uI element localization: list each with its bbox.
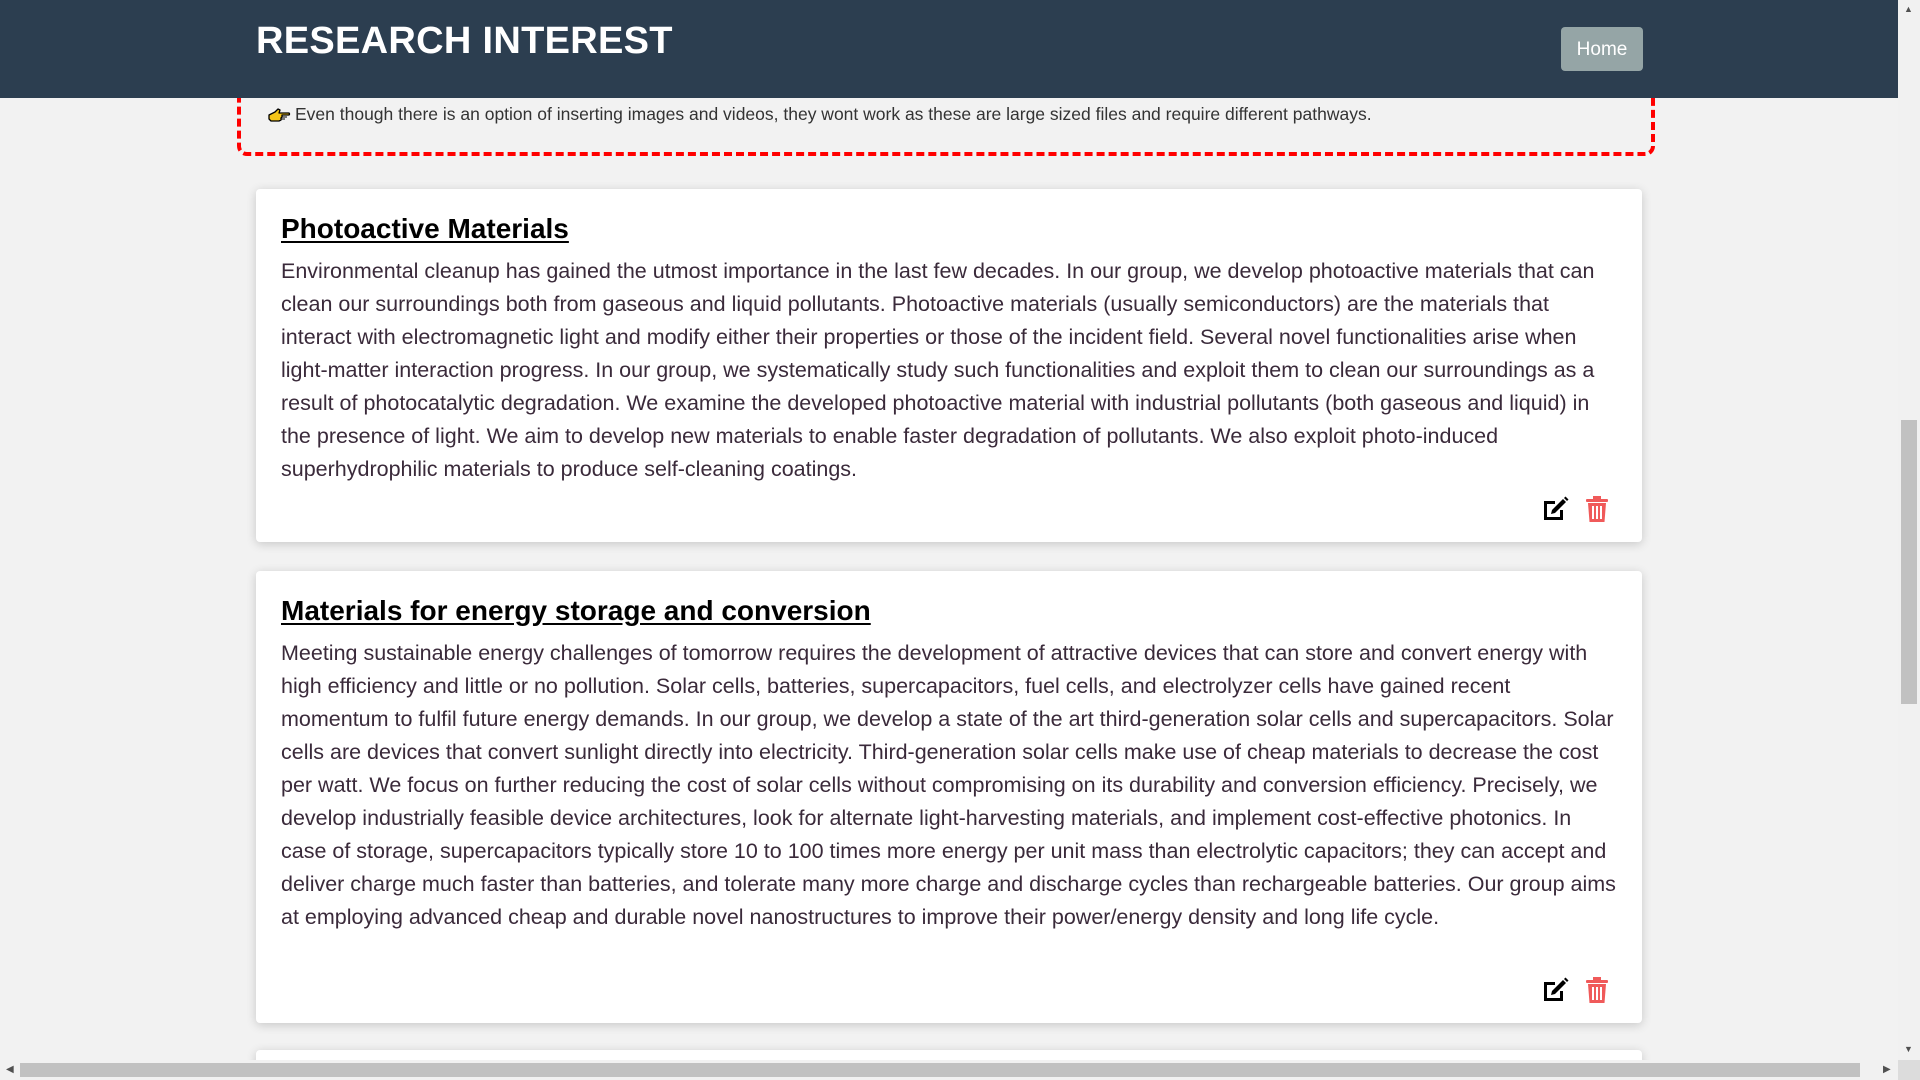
vertical-scrollbar-thumb[interactable] — [1901, 420, 1917, 704]
header-bar: RESEARCH INTEREST Home — [0, 0, 1898, 98]
page-title: RESEARCH INTEREST — [256, 20, 673, 62]
card-actions — [1540, 494, 1612, 524]
home-button[interactable]: Home — [1561, 27, 1643, 71]
scroll-right-arrow-icon[interactable]: ▶ — [1883, 1064, 1891, 1075]
trash-icon[interactable] — [1582, 494, 1612, 524]
scrollbar-corner — [1898, 1060, 1920, 1080]
card-title: Materials for energy storage and convers… — [281, 595, 871, 626]
vertical-scrollbar[interactable]: ▲ ▼ — [1898, 0, 1920, 1060]
card-body: Meeting sustainable energy challenges of… — [281, 641, 1616, 929]
scroll-up-arrow-icon[interactable]: ▲ — [1904, 4, 1913, 14]
card-body: Environmental cleanup has gained the utm… — [281, 259, 1595, 481]
research-card-next — [256, 1050, 1642, 1060]
research-card: Materials for energy storage and convers… — [256, 571, 1642, 1023]
trash-icon[interactable] — [1582, 975, 1612, 1005]
notice-text: Even though there is an option of insert… — [295, 104, 1372, 124]
card-title: Photoactive Materials — [281, 213, 569, 244]
edit-icon[interactable] — [1540, 975, 1570, 1005]
page-viewport: Even though there is an option of insert… — [0, 0, 1898, 1060]
scroll-left-arrow-icon[interactable]: ◀ — [6, 1064, 14, 1075]
horizontal-scrollbar-thumb[interactable] — [20, 1063, 1860, 1077]
edit-icon[interactable] — [1540, 494, 1570, 524]
scroll-down-arrow-icon[interactable]: ▼ — [1904, 1044, 1913, 1054]
pointing-hand-icon — [268, 108, 291, 122]
card-actions — [1540, 975, 1612, 1005]
horizontal-scrollbar[interactable]: ◀ ▶ — [0, 1060, 1898, 1080]
notice-line: Even though there is an option of insert… — [267, 104, 1372, 125]
research-card: Photoactive Materials Environmental clea… — [256, 189, 1642, 542]
